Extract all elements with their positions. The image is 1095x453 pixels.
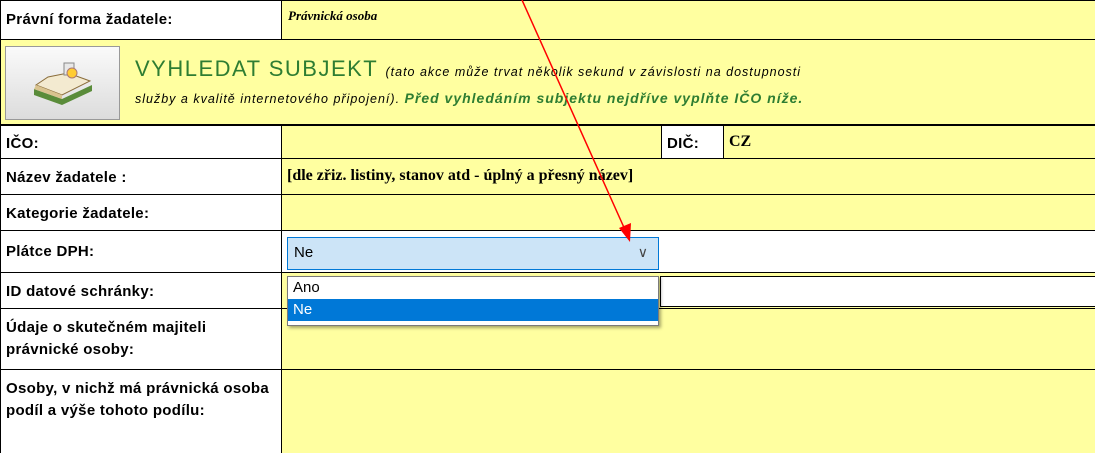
majitel-label: Údaje o skutečném majiteli právnické oso…: [0, 309, 282, 370]
pravni-forma-label: Právní forma žadatele:: [0, 0, 282, 40]
platce-dph-select[interactable]: Ne ∨: [287, 237, 659, 270]
option-ano[interactable]: Ano: [288, 277, 658, 299]
osoby-label: Osoby, v nichž má právnická osoba podíl …: [0, 370, 282, 453]
dic-label: DIČ:: [662, 125, 724, 159]
chevron-down-icon[interactable]: ∨: [638, 244, 648, 261]
search-note-1: (tato akce může trvat několik sekund v z…: [385, 65, 802, 79]
kategorie-field[interactable]: [282, 195, 1095, 231]
book-icon: [34, 62, 92, 105]
search-note-2: služby a kvalitě internetového připojení…: [135, 92, 401, 106]
platce-dph-selected-value: Ne: [294, 244, 314, 261]
platce-label: Plátce DPH:: [0, 231, 282, 273]
search-row: [0, 40, 1095, 125]
platce-dph-options: Ano Ne: [287, 276, 659, 326]
nazev-field[interactable]: [dle zřiz. listiny, stanov atd - úplný a…: [282, 159, 1095, 195]
kategorie-label: Kategorie žadatele:: [0, 195, 282, 231]
search-button[interactable]: [5, 46, 120, 120]
ico-field[interactable]: [282, 125, 662, 159]
datovka-label: ID datové schránky:: [0, 273, 282, 309]
search-note-line: služby a kvalitě internetového připojení…: [135, 90, 803, 106]
search-title-line[interactable]: VYHLEDAT SUBJEKT (tato akce může trvat n…: [135, 56, 801, 82]
ico-label: IČO:: [0, 125, 282, 159]
option-ne[interactable]: Ne: [288, 299, 658, 321]
osoby-field[interactable]: [282, 370, 1095, 453]
nazev-label: Název žadatele :: [0, 159, 282, 195]
pravni-forma-value[interactable]: Právnická osoba: [282, 0, 1095, 40]
datovka-input[interactable]: [660, 276, 1095, 307]
search-note-green: Před vyhledáním subjektu nejdříve vyplňt…: [404, 90, 804, 106]
dic-field[interactable]: CZ: [724, 125, 1095, 159]
search-title[interactable]: VYHLEDAT SUBJEKT: [135, 56, 378, 81]
